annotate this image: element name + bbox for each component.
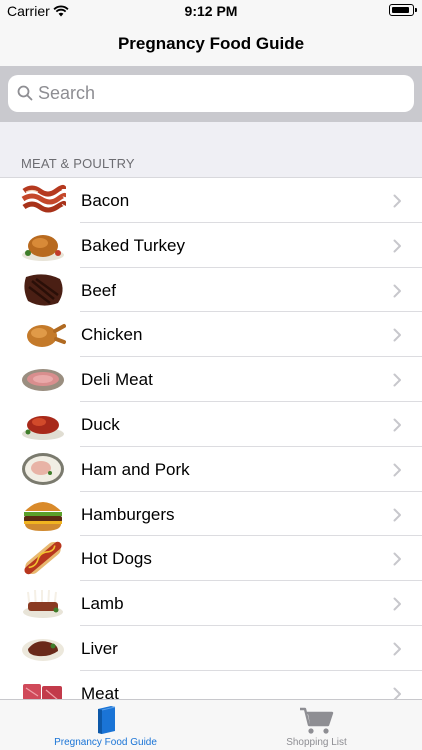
list-item-label: Beef xyxy=(81,280,116,300)
deli-meat-icon xyxy=(20,360,66,398)
ham-icon xyxy=(20,450,66,488)
list-item[interactable]: Liver xyxy=(0,626,422,671)
search-field-container[interactable] xyxy=(8,75,414,112)
tab-pregnancy-food-guide[interactable]: Pregnancy Food Guide xyxy=(0,700,211,750)
chevron-right-icon xyxy=(393,687,402,699)
chevron-right-icon xyxy=(393,463,402,482)
list-item[interactable]: Hot Dogs xyxy=(0,536,422,582)
list-item-label: Meat xyxy=(81,683,119,699)
chevron-right-icon xyxy=(393,284,402,303)
chevron-right-icon xyxy=(393,194,402,213)
bacon-icon xyxy=(20,181,68,219)
status-bar: Carrier 9:12 PM xyxy=(0,0,422,22)
chevron-right-icon xyxy=(393,328,402,347)
chicken-icon xyxy=(20,315,66,353)
chevron-right-icon xyxy=(393,373,402,392)
list-item[interactable]: Lamb xyxy=(0,581,422,626)
list-item[interactable]: Ham and Pork xyxy=(0,447,422,492)
chevron-right-icon xyxy=(393,552,402,571)
chevron-right-icon xyxy=(393,642,402,661)
navigation-bar: Pregnancy Food Guide xyxy=(0,22,422,66)
list-item-label: Liver xyxy=(81,638,118,658)
chevron-right-icon xyxy=(393,418,402,437)
tab-label: Shopping List xyxy=(286,737,347,748)
hot-dog-icon xyxy=(20,539,66,577)
turkey-icon xyxy=(20,226,66,264)
book-icon xyxy=(0,704,211,734)
list-item-label: Bacon xyxy=(81,191,130,210)
lamb-icon xyxy=(20,584,66,622)
list-item-label: Baked Turkey xyxy=(81,235,185,255)
food-list[interactable]: Bacon Baked Turkey Beef Chicken Deli Meat Duc… xyxy=(0,178,422,699)
list-item-label: Hamburgers xyxy=(81,504,175,524)
list-item[interactable]: Chicken xyxy=(0,312,422,358)
list-item-label: Duck xyxy=(81,414,120,434)
chevron-right-icon xyxy=(393,239,402,258)
list-item[interactable]: Bacon xyxy=(0,178,422,223)
search-input[interactable] xyxy=(38,79,398,108)
tab-bar: Pregnancy Food Guide Shopping List xyxy=(0,699,422,750)
chevron-right-icon xyxy=(393,597,402,616)
battery-icon xyxy=(389,4,417,16)
list-item[interactable]: Hamburgers xyxy=(0,492,422,537)
cart-icon xyxy=(211,704,422,734)
page-title: Pregnancy Food Guide xyxy=(117,34,305,53)
list-item-label: Chicken xyxy=(81,325,143,345)
list-item-label: Ham and Pork xyxy=(81,459,190,479)
list-item[interactable]: Meat xyxy=(0,671,422,699)
tab-label: Pregnancy Food Guide xyxy=(54,737,157,748)
beef-icon xyxy=(20,271,66,309)
clock: 9:12 PM xyxy=(184,3,238,19)
search-bar xyxy=(0,66,422,122)
list-item-label: Hot Dogs xyxy=(81,549,152,569)
list-item[interactable]: Beef xyxy=(0,268,422,313)
list-item[interactable]: Duck xyxy=(0,402,422,447)
meat-icon xyxy=(20,674,66,699)
list-item[interactable]: Deli Meat xyxy=(0,357,422,402)
app-screen: Carrier 9:12 PM Pregnancy Food Guide Sea… xyxy=(0,0,422,750)
list-item[interactable]: Baked Turkey xyxy=(0,223,422,268)
tab-shopping-list[interactable]: Shopping List xyxy=(211,700,422,750)
duck-icon xyxy=(20,405,66,443)
chevron-right-icon xyxy=(393,508,402,527)
hamburger-icon xyxy=(20,495,66,533)
section-header: MEAT & POULTRY xyxy=(0,122,422,178)
section-header-label: MEAT & POULTRY xyxy=(21,156,135,171)
search-icon xyxy=(17,85,33,106)
list-item-label: Lamb xyxy=(81,594,124,614)
liver-icon xyxy=(20,629,66,667)
list-item-label: Deli Meat xyxy=(81,370,153,390)
